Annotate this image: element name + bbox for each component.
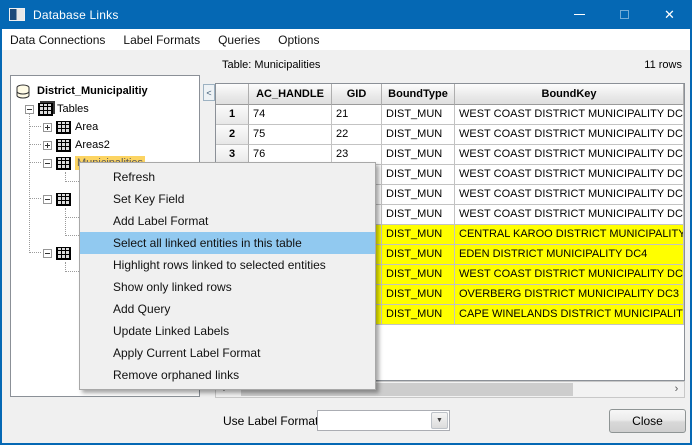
tree-item-label: Area [75, 121, 98, 133]
table-row[interactable]: 1 74 21 DIST_MUN WEST COAST DISTRICT MUN… [216, 105, 684, 125]
cell-boundtype[interactable]: DIST_MUN [382, 305, 455, 325]
cell-boundkey[interactable]: WEST COAST DISTRICT MUNICIPALITY DC1 [455, 205, 684, 225]
tree-line [29, 108, 30, 253]
chevron-down-icon[interactable]: ▼ [431, 412, 448, 429]
tree-item-tables[interactable]: Tables [25, 100, 89, 118]
collapse-expander-icon[interactable] [43, 195, 52, 204]
cell-boundtype[interactable]: DIST_MUN [382, 265, 455, 285]
close-button[interactable]: Close [609, 409, 686, 433]
menu-item-show-only-linked-rows[interactable]: Show only linked rows [80, 276, 375, 298]
tables-icon [38, 103, 53, 116]
cell-boundkey[interactable]: WEST COAST DISTRICT MUNICIPALITY DC1 [455, 265, 684, 285]
label-format-combobox[interactable]: ▼ [317, 410, 450, 431]
minimize-button[interactable] [557, 0, 602, 29]
cell-boundkey[interactable]: WEST COAST DISTRICT MUNICIPALITY DC1 [455, 145, 684, 165]
cell-boundtype[interactable]: DIST_MUN [382, 165, 455, 185]
table-icon [56, 139, 71, 152]
tree-item-label: Areas2 [75, 139, 110, 151]
tree-line [29, 198, 41, 199]
menu-item-set-key-field[interactable]: Set Key Field [80, 188, 375, 210]
cell-gid[interactable]: 21 [332, 105, 382, 125]
menu-item-update-linked-labels[interactable]: Update Linked Labels [80, 320, 375, 342]
table-icon [56, 193, 71, 206]
menu-queries[interactable]: Queries [209, 31, 269, 49]
cell-boundtype[interactable]: DIST_MUN [382, 105, 455, 125]
tree-root-label: District_Municipalitiy [37, 85, 148, 97]
cell-boundkey[interactable]: WEST COAST DISTRICT MUNICIPALITY DC1 [455, 185, 684, 205]
context-menu: Refresh Set Key Field Add Label Format S… [79, 162, 376, 390]
scroll-right-icon[interactable]: › [669, 382, 684, 397]
cell-gid[interactable]: 22 [332, 125, 382, 145]
column-header-rownum[interactable] [216, 84, 249, 105]
collapse-expander-icon[interactable] [25, 105, 34, 114]
cell-boundtype[interactable]: DIST_MUN [382, 225, 455, 245]
window-title: Database Links [33, 8, 119, 22]
row-count-label: 11 rows [644, 59, 682, 71]
menu-item-refresh[interactable]: Refresh [80, 166, 375, 188]
table-row[interactable]: 2 75 22 DIST_MUN WEST COAST DISTRICT MUN… [216, 125, 684, 145]
cell-ac-handle[interactable]: 74 [249, 105, 332, 125]
menu-label-formats[interactable]: Label Formats [114, 31, 209, 49]
table-icon [56, 121, 71, 134]
menu-item-add-label-format[interactable]: Add Label Format [80, 210, 375, 232]
tree-item-hidden-table[interactable] [43, 244, 75, 262]
expand-expander-icon[interactable] [43, 141, 52, 150]
cell-ac-handle[interactable]: 75 [249, 125, 332, 145]
cell-boundtype[interactable]: DIST_MUN [382, 125, 455, 145]
cell-boundtype[interactable]: DIST_MUN [382, 145, 455, 165]
cell-boundkey[interactable]: WEST COAST DISTRICT MUNICIPALITY DC1 [455, 125, 684, 145]
cell-boundkey[interactable]: WEST COAST DISTRICT MUNICIPALITY DC1 [455, 105, 684, 125]
database-icon [15, 84, 31, 99]
menu-item-apply-current-label-format[interactable]: Apply Current Label Format [80, 342, 375, 364]
table-icon [56, 157, 71, 170]
cell-boundkey[interactable]: CAPE WINELANDS DISTRICT MUNICIPALITY D [455, 305, 684, 325]
tree-line [29, 162, 41, 163]
tree-item-hidden-table[interactable] [43, 190, 75, 208]
expand-expander-icon[interactable] [43, 123, 52, 132]
menu-bar: Data Connections Label Formats Queries O… [0, 29, 692, 50]
use-label-format-label: Use Label Format: [223, 414, 322, 428]
cell-boundkey[interactable]: OVERBERG DISTRICT MUNICIPALITY DC3 [455, 285, 684, 305]
collapse-expander-icon[interactable] [43, 249, 52, 258]
cell-boundtype[interactable]: DIST_MUN [382, 205, 455, 225]
column-header-ac-handle[interactable]: AC_HANDLE [249, 84, 332, 105]
tree-item-datasource-root[interactable]: District_Municipalitiy [15, 82, 148, 100]
database-links-window: Database Links ✕ Data Connections Label … [0, 0, 692, 445]
tree-item-area[interactable]: Area [43, 118, 98, 136]
tree-item-areas2[interactable]: Areas2 [43, 136, 110, 154]
combobox-value[interactable] [318, 411, 430, 430]
column-header-boundkey[interactable]: BoundKey [455, 84, 684, 105]
menu-item-remove-orphaned-links[interactable]: Remove orphaned links [80, 364, 375, 386]
tree-line [29, 252, 41, 253]
table-header-row: AC_HANDLE GID BoundType BoundKey [216, 84, 684, 105]
app-icon [9, 8, 25, 21]
cell-boundkey[interactable]: CENTRAL KAROO DISTRICT MUNICIPALITY DC [455, 225, 684, 245]
cell-boundtype[interactable]: DIST_MUN [382, 285, 455, 305]
cell-boundtype[interactable]: DIST_MUN [382, 185, 455, 205]
title-bar: Database Links ✕ [0, 0, 692, 29]
cell-boundtype[interactable]: DIST_MUN [382, 245, 455, 265]
menu-data-connections[interactable]: Data Connections [1, 31, 114, 49]
menu-item-highlight-rows[interactable]: Highlight rows linked to selected entiti… [80, 254, 375, 276]
table-caption: Table: Municipalities [222, 59, 320, 71]
menu-item-select-all-linked-entities[interactable]: Select all linked entities in this table [80, 232, 375, 254]
row-number[interactable]: 1 [216, 105, 249, 125]
tree-line [29, 144, 41, 145]
menu-options[interactable]: Options [269, 31, 328, 49]
tree-item-label: Tables [57, 103, 89, 115]
collapse-tree-button[interactable]: < [203, 84, 215, 101]
close-window-button[interactable]: ✕ [647, 0, 692, 29]
cell-boundkey[interactable]: EDEN DISTRICT MUNICIPALITY DC4 [455, 245, 684, 265]
table-icon [56, 247, 71, 260]
column-header-gid[interactable]: GID [332, 84, 382, 105]
tree-line [65, 208, 66, 236]
tree-line [29, 126, 41, 127]
menu-item-add-query[interactable]: Add Query [80, 298, 375, 320]
collapse-expander-icon[interactable] [43, 159, 52, 168]
column-header-boundtype[interactable]: BoundType [382, 84, 455, 105]
maximize-button[interactable] [602, 0, 647, 29]
row-number[interactable]: 2 [216, 125, 249, 145]
cell-boundkey[interactable]: WEST COAST DISTRICT MUNICIPALITY DC1 [455, 165, 684, 185]
